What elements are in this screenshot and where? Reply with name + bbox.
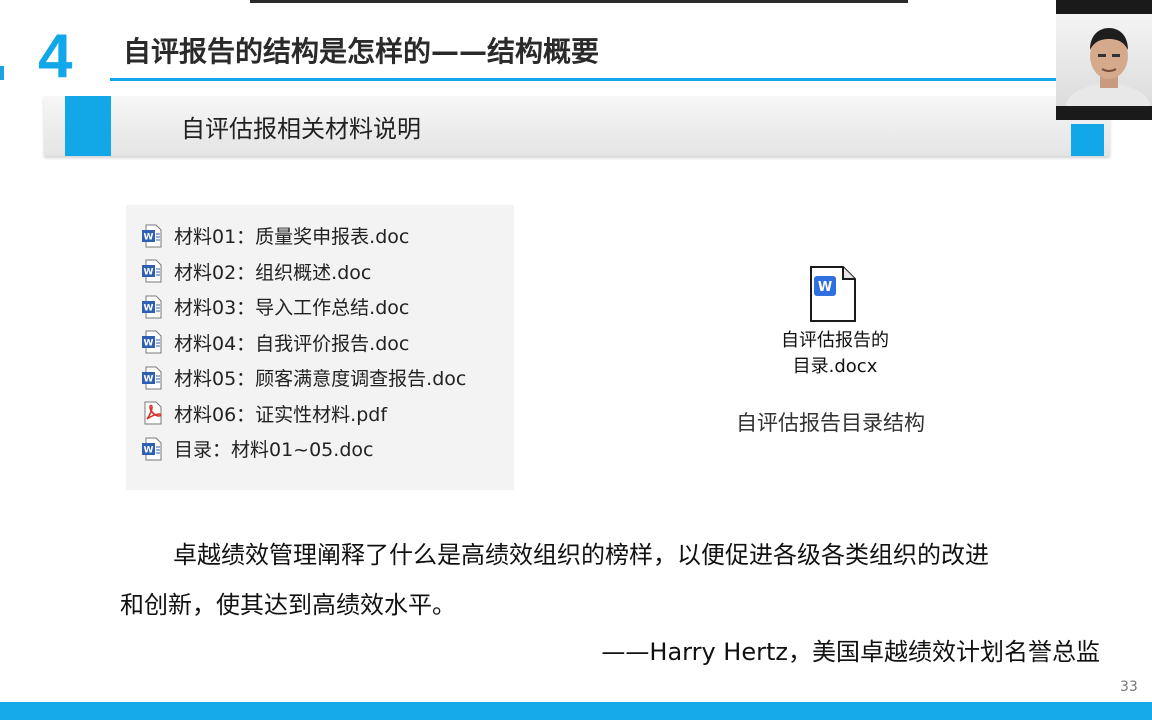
quote-line-1: 卓越绩效管理阐释了什么是高绩效组织的榜样，以便促进各级各类组织的改进 — [173, 541, 989, 569]
attachment-file-name[interactable]: 自评估报告的 目录.docx — [760, 328, 910, 380]
top-edge-bar — [250, 0, 908, 3]
svg-text:W: W — [144, 374, 154, 384]
section-number: 4 — [38, 22, 73, 91]
attachment-name-line1: 自评估报告的 — [781, 330, 889, 351]
word-doc-icon: W — [140, 294, 166, 320]
file-item[interactable]: W 材料04：自我评价报告.doc — [140, 325, 466, 361]
file-item[interactable]: W 目录：材料01~05.doc — [140, 431, 466, 467]
subtitle-text: 自评估报相关材料说明 — [181, 115, 421, 143]
left-accent-mark — [0, 66, 4, 80]
file-item[interactable]: W 材料03：导入工作总结.doc — [140, 289, 466, 325]
file-name: 目录：材料01~05.doc — [174, 439, 374, 462]
quote-attribution: ——Harry Hertz，美国卓越绩效计划名誉总监 — [601, 638, 1100, 666]
quote-line-2: 和创新，使其达到高绩效水平。 — [120, 591, 456, 619]
file-name: 材料04：自我评价报告.doc — [174, 332, 410, 355]
file-name: 材料01：质量奖申报表.doc — [174, 226, 410, 249]
word-doc-icon: W — [140, 258, 166, 284]
attachment-caption: 自评估报告目录结构 — [736, 411, 925, 435]
file-name: 材料03：导入工作总结.doc — [174, 297, 410, 320]
word-doc-icon: W — [140, 329, 166, 355]
file-item[interactable]: W 材料01：质量奖申报表.doc — [140, 218, 466, 254]
svg-text:W: W — [144, 303, 154, 313]
word-doc-icon: W — [140, 223, 166, 249]
file-name: 材料05：顾客满意度调查报告.doc — [174, 368, 467, 391]
svg-text:W: W — [818, 280, 832, 295]
webcam-feed — [1056, 14, 1152, 120]
file-item[interactable]: W 材料05：顾客满意度调查报告.doc — [140, 360, 466, 396]
word-docx-icon[interactable]: W — [808, 266, 858, 322]
slide-title: 自评报告的结构是怎样的——结构概要 — [123, 35, 600, 68]
file-list: W 材料01：质量奖申报表.doc W 材料02：组织概述.doc W 材料03… — [140, 218, 466, 467]
subtitle-accent-block-right — [1071, 124, 1104, 156]
pdf-icon — [140, 400, 166, 426]
svg-text:W: W — [144, 268, 154, 278]
file-item[interactable]: W 材料02：组织概述.doc — [140, 254, 466, 290]
bottom-accent-bar — [0, 702, 1152, 720]
webcam-overlay — [1056, 0, 1152, 120]
subtitle-accent-block-left — [65, 96, 111, 156]
word-doc-icon: W — [140, 436, 166, 462]
svg-text:W: W — [144, 232, 154, 242]
svg-text:W: W — [144, 445, 154, 455]
file-name: 材料06：证实性材料.pdf — [174, 403, 388, 426]
svg-text:W: W — [144, 339, 154, 349]
file-name: 材料02：组织概述.doc — [174, 261, 372, 284]
file-item[interactable]: 材料06：证实性材料.pdf — [140, 396, 466, 432]
title-underline — [110, 78, 1065, 81]
word-doc-icon: W — [140, 365, 166, 391]
attachment-name-line2: 目录.docx — [792, 356, 878, 377]
page-number: 33 — [1120, 679, 1138, 695]
presenter-avatar-icon — [1066, 28, 1150, 120]
